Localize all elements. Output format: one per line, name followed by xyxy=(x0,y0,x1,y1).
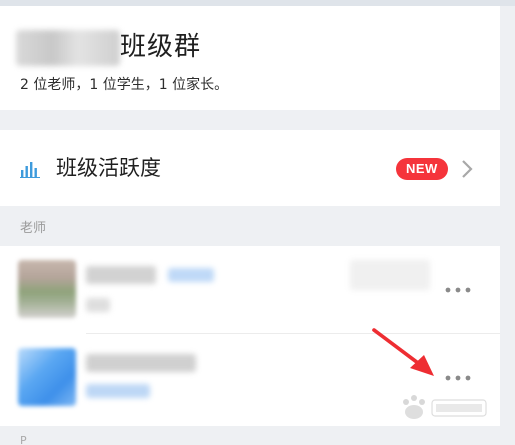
class-activity-row[interactable]: 班级活跃度 NEW xyxy=(0,130,500,206)
more-dots-icon[interactable] xyxy=(444,286,474,294)
group-title: 班级群 xyxy=(120,32,202,62)
chevron-right-icon xyxy=(462,160,473,178)
blurred-region xyxy=(350,260,430,290)
teacher-subtitle-blurred xyxy=(86,384,150,398)
avatar xyxy=(18,260,76,318)
avatar xyxy=(18,348,76,406)
teacher-subtitle-blurred xyxy=(86,298,110,312)
red-arrow-icon xyxy=(372,328,434,376)
bottom-section-strip xyxy=(0,434,515,445)
class-activity-label: 班级活跃度 xyxy=(56,156,161,180)
new-badge: NEW xyxy=(396,158,448,180)
more-dots-icon[interactable] xyxy=(444,374,474,382)
watermark-logo xyxy=(403,395,487,419)
list-item[interactable] xyxy=(0,246,500,334)
group-member-summary: 2 位老师，1 位学生，1 位家长。 xyxy=(20,77,229,93)
teachers-section-label: 老师 xyxy=(20,221,47,236)
teacher-name-blurred xyxy=(86,266,156,284)
teacher-tag-blurred xyxy=(168,268,214,282)
group-header-card: 班级群 2 位老师，1 位学生，1 位家长。 xyxy=(0,6,500,110)
next-section-label: P xyxy=(20,436,27,445)
teacher-name-blurred xyxy=(86,354,196,372)
group-avatar-blurred xyxy=(16,30,120,66)
bar-chart-icon xyxy=(20,162,40,178)
